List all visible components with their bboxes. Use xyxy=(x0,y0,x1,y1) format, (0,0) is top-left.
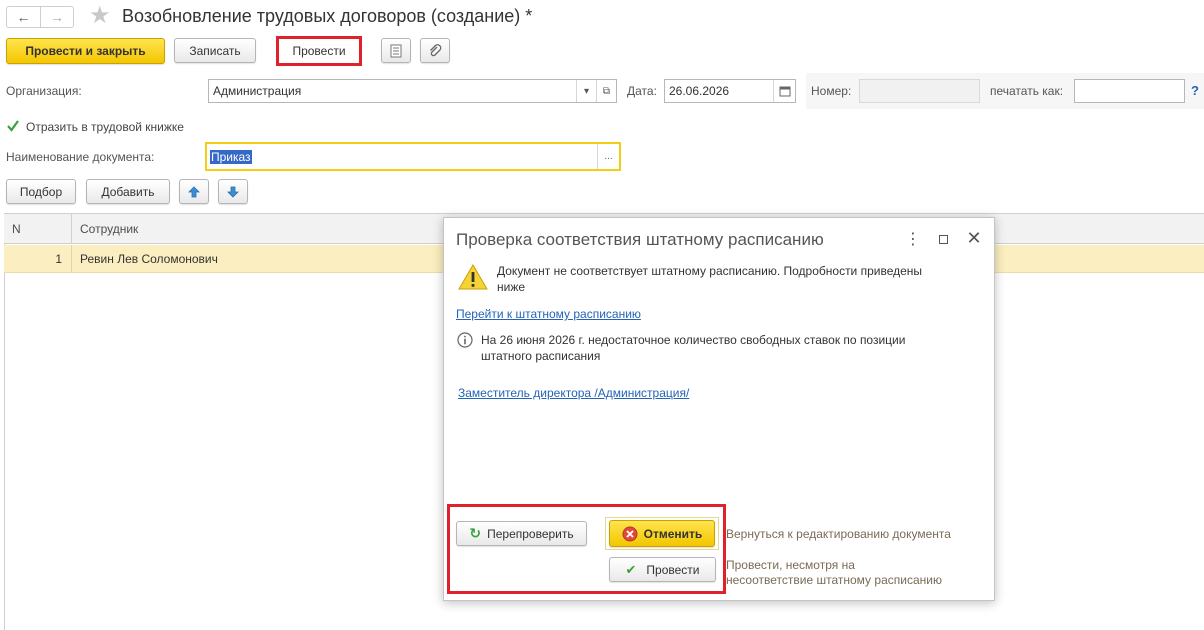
labor-book-label: Отразить в трудовой книжке xyxy=(26,120,184,134)
arrow-up-icon xyxy=(188,185,200,197)
back-button[interactable]: ← xyxy=(6,6,40,28)
row-divider xyxy=(71,245,72,272)
dialog-more-button[interactable]: ⋮ xyxy=(905,230,921,248)
warning-icon xyxy=(458,264,488,293)
number-label: Номер: xyxy=(811,84,852,98)
warning-text-line-2: ниже xyxy=(497,280,526,294)
row-number: 1 xyxy=(55,252,62,266)
pick-button[interactable]: Подбор xyxy=(6,179,76,204)
organization-label: Организация: xyxy=(6,84,82,98)
organization-value: Администрация xyxy=(213,84,302,98)
chevron-down-icon: ▾ xyxy=(583,85,590,97)
open-window-icon: ⧉ xyxy=(602,85,611,97)
calendar-icon xyxy=(779,86,790,97)
date-value: 26.06.2026 xyxy=(669,84,730,98)
column-header-employee[interactable]: Сотрудник xyxy=(80,214,138,243)
print-as-field[interactable] xyxy=(1074,79,1185,103)
row-employee: Ревин Лев Соломонович xyxy=(80,252,218,266)
forward-button[interactable]: → xyxy=(40,6,74,28)
doc-name-label: Наименование документа: xyxy=(6,150,155,164)
more-vertical-icon: ⋮ xyxy=(905,231,921,248)
dialog-maximize-button[interactable] xyxy=(936,232,950,246)
doc-name-field[interactable]: Приказ ... xyxy=(205,142,621,171)
warning-text: Документ не соответствует штатному распи… xyxy=(497,263,922,295)
arrow-right-icon: → xyxy=(50,9,64,25)
report-button[interactable] xyxy=(381,38,411,63)
info-text-line-2: штатного расписания xyxy=(481,349,601,363)
info-text-line-1: На 26 июня 2026 г. недостаточное количес… xyxy=(481,333,906,347)
organization-dropdown-button[interactable]: ▾ xyxy=(576,80,596,102)
info-icon xyxy=(457,332,473,351)
favorite-star-icon[interactable]: ★ xyxy=(89,3,111,29)
post-button-highlight xyxy=(276,36,362,66)
attach-button[interactable] xyxy=(420,38,450,63)
move-down-button[interactable] xyxy=(218,179,248,204)
close-icon: ✕ xyxy=(966,227,982,248)
date-field[interactable]: 26.06.2026 xyxy=(664,79,796,103)
maximize-icon xyxy=(938,234,948,244)
post-anyway-hint-line-2: несоответствие штатному расписанию xyxy=(726,573,942,587)
arrow-left-icon: ← xyxy=(16,9,31,25)
save-button[interactable]: Записать xyxy=(174,38,256,63)
doc-name-select-button[interactable]: ... xyxy=(597,144,619,169)
dialog-buttons-highlight xyxy=(447,504,726,594)
table-border xyxy=(4,213,5,630)
warning-text-line-1: Документ не соответствует штатному распи… xyxy=(497,264,923,278)
organization-open-button[interactable]: ⧉ xyxy=(596,80,616,102)
add-button[interactable]: Добавить xyxy=(86,179,170,204)
dialog-close-button[interactable]: ✕ xyxy=(966,228,982,248)
dialog-title: Проверка соответствия штатному расписани… xyxy=(456,230,824,249)
position-link[interactable]: Заместитель директора /Администрация/ xyxy=(458,386,689,400)
doc-name-value: Приказ xyxy=(210,149,252,164)
info-text: На 26 июня 2026 г. недостаточное количес… xyxy=(481,332,905,364)
paperclip-icon xyxy=(430,43,442,56)
number-field[interactable] xyxy=(859,79,980,103)
move-up-button[interactable] xyxy=(179,179,209,204)
organization-field[interactable]: Администрация ▾ ⧉ xyxy=(208,79,617,103)
date-calendar-button[interactable] xyxy=(773,80,795,102)
help-icon[interactable]: ? xyxy=(1191,83,1199,98)
print-as-label: печатать как: xyxy=(990,84,1064,98)
post-anyway-hint: Провести, несмотря на несоответствие шта… xyxy=(726,558,942,588)
arrow-down-icon xyxy=(227,186,239,198)
goto-staffing-link[interactable]: Перейти к штатному расписанию xyxy=(456,307,641,321)
date-label: Дата: xyxy=(627,84,657,98)
column-divider xyxy=(71,214,72,243)
cancel-hint: Вернуться к редактированию документа xyxy=(726,527,951,541)
checkmark-icon xyxy=(7,120,19,132)
page-title: Возобновление трудовых договоров (создан… xyxy=(122,6,533,26)
post-anyway-hint-line-1: Провести, несмотря на xyxy=(726,558,855,572)
post-and-close-button[interactable]: Провести и закрыть xyxy=(6,38,165,64)
labor-book-checkbox[interactable] xyxy=(6,119,20,133)
document-list-icon xyxy=(390,44,402,57)
column-header-n[interactable]: N xyxy=(12,214,70,243)
